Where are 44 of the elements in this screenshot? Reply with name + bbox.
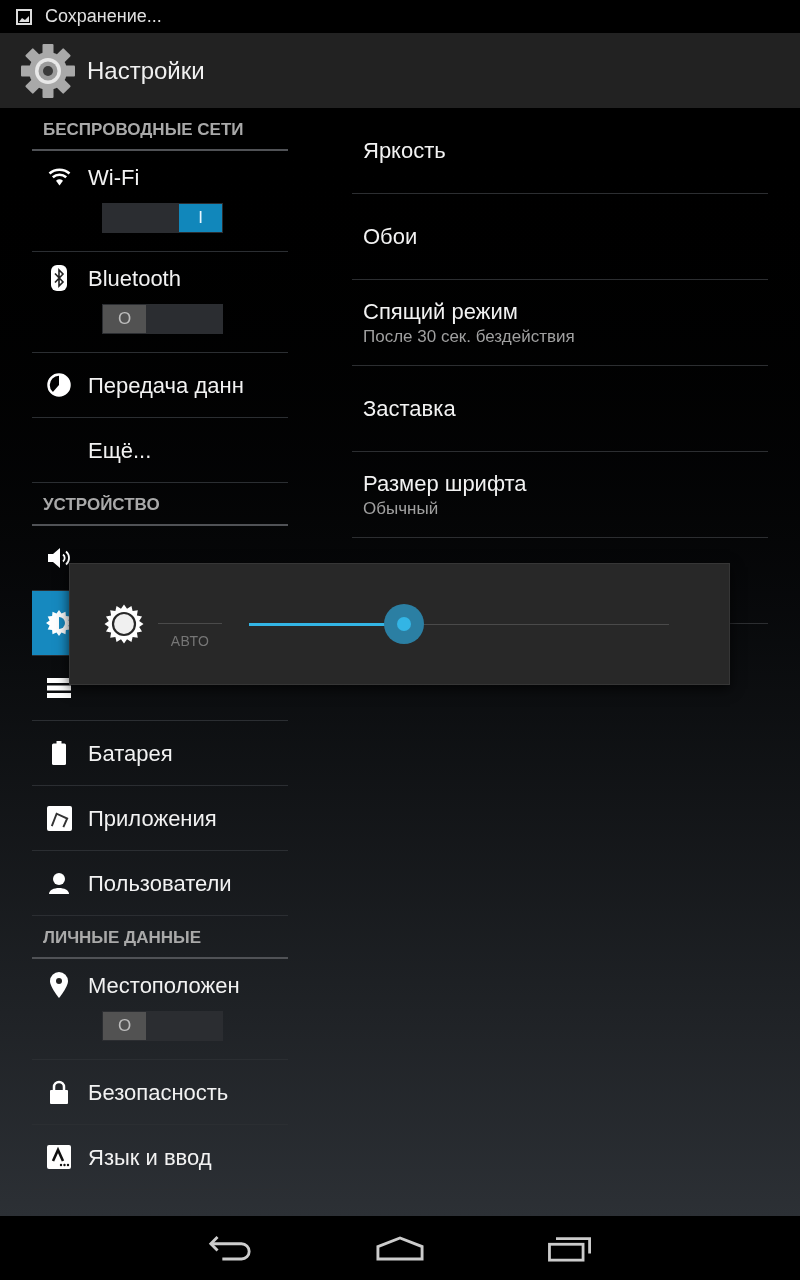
image-icon — [16, 8, 32, 25]
sidebar-item[interactable]: Ещё... — [32, 418, 288, 483]
setting-summary: Обычный — [363, 497, 439, 520]
brightness-icon — [104, 604, 144, 644]
setting-title[interactable]: Яркость — [363, 136, 446, 165]
slider-thumb[interactable] — [384, 604, 425, 644]
sidebar-item[interactable]: Передача данн — [32, 353, 288, 418]
sidebar-item[interactable]: Местоположен — [32, 959, 288, 1011]
sidebar-item[interactable]: Bluetooth — [32, 252, 288, 304]
setting-title[interactable]: Заставка — [363, 394, 456, 423]
apps-icon — [46, 805, 72, 831]
brightness-slider[interactable] — [249, 604, 669, 644]
bluetooth-icon — [51, 265, 67, 291]
sidebar-item[interactable]: Wi-Fi — [32, 151, 288, 203]
section-header: УСТРОЙСТВО — [43, 494, 160, 517]
section-header: ЛИЧНЫЕ ДАННЫЕ — [43, 927, 201, 950]
notification-text: Сохранение... — [45, 5, 162, 28]
sidebar-item[interactable]: Язык и ввод — [32, 1125, 288, 1190]
location-pin-icon — [50, 972, 68, 998]
setting-title[interactable]: Спящий режим — [363, 297, 518, 326]
recents-icon — [547, 1234, 593, 1262]
battery-icon — [52, 741, 66, 765]
sidebar-item[interactable]: Приложения — [32, 786, 288, 851]
setting-summary: После 30 сек. бездействия — [363, 325, 575, 348]
back-icon — [207, 1234, 253, 1262]
pie-chart-icon — [47, 373, 71, 397]
toggle-switch[interactable]: I — [102, 203, 223, 233]
setting-title[interactable]: Обои — [363, 222, 418, 251]
language-icon — [47, 1145, 71, 1169]
setting-title[interactable]: Размер шрифта — [363, 469, 527, 498]
home-icon — [376, 1235, 424, 1261]
lock-icon — [50, 1080, 68, 1104]
wifi-icon — [46, 167, 72, 187]
toggle-switch[interactable]: O — [102, 304, 223, 334]
sidebar-item[interactable]: Батарея — [32, 721, 288, 786]
section-header: БЕСПРОВОДНЫЕ СЕТИ — [43, 119, 244, 142]
sidebar-item[interactable]: Безопасность — [32, 1060, 288, 1125]
storage-icon — [47, 678, 71, 698]
speaker-icon — [47, 545, 71, 571]
app-title: Настройки — [87, 55, 205, 86]
user-icon — [48, 872, 70, 894]
sidebar-item[interactable]: Пользователи — [32, 851, 288, 916]
settings-icon — [20, 42, 76, 99]
toggle-switch[interactable]: O — [102, 1011, 223, 1041]
